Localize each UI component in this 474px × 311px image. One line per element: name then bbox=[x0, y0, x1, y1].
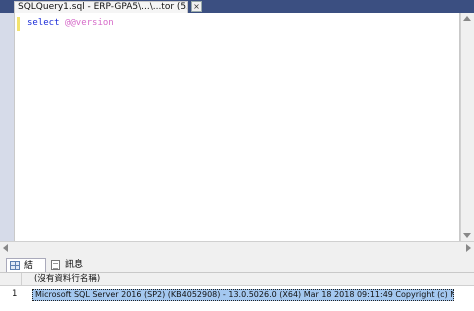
column-header[interactable]: (沒有資料行名稱) bbox=[22, 273, 474, 286]
sql-keyword: select bbox=[27, 18, 60, 28]
scroll-up-icon[interactable] bbox=[463, 16, 471, 21]
editor-vertical-scrollbar[interactable] bbox=[460, 13, 474, 241]
scroll-down-icon[interactable] bbox=[463, 233, 471, 238]
editor-horizontal-scrollbar[interactable] bbox=[0, 241, 474, 255]
sql-system-variable: @@version bbox=[64, 18, 114, 28]
document-tab-title: SQLQuery1.sql - ERP-GPA5\...\...tor (53)… bbox=[18, 2, 188, 12]
grid-corner[interactable] bbox=[0, 273, 22, 286]
change-marker bbox=[17, 17, 20, 31]
results-grid: (沒有資料行名稱) 1 Microsoft SQL Server 2016 (S… bbox=[0, 273, 474, 311]
message-icon bbox=[51, 260, 60, 270]
close-icon[interactable]: × bbox=[191, 1, 202, 12]
query-editor[interactable]: select @@version bbox=[14, 13, 460, 241]
scroll-left-icon[interactable] bbox=[3, 244, 8, 252]
tab-messages-label: 訊息 bbox=[65, 260, 84, 270]
results-tab-strip: 結果 訊息 bbox=[0, 255, 474, 285]
result-cell[interactable]: Microsoft SQL Server 2016 (SP2) (KB40529… bbox=[32, 289, 454, 301]
scroll-right-icon[interactable] bbox=[466, 244, 471, 252]
grid-header-row: (沒有資料行名稱) bbox=[0, 273, 474, 286]
document-tab-strip: SQLQuery1.sql - ERP-GPA5\...\...tor (53)… bbox=[0, 0, 474, 13]
tab-results[interactable]: 結果 bbox=[6, 258, 46, 285]
tab-messages[interactable]: 訊息 bbox=[48, 258, 88, 272]
code-line[interactable]: select @@version bbox=[27, 17, 114, 29]
document-tab[interactable]: SQLQuery1.sql - ERP-GPA5\...\...tor (53)… bbox=[14, 1, 188, 13]
row-number[interactable]: 1 bbox=[0, 286, 22, 311]
grid-icon bbox=[10, 261, 20, 270]
